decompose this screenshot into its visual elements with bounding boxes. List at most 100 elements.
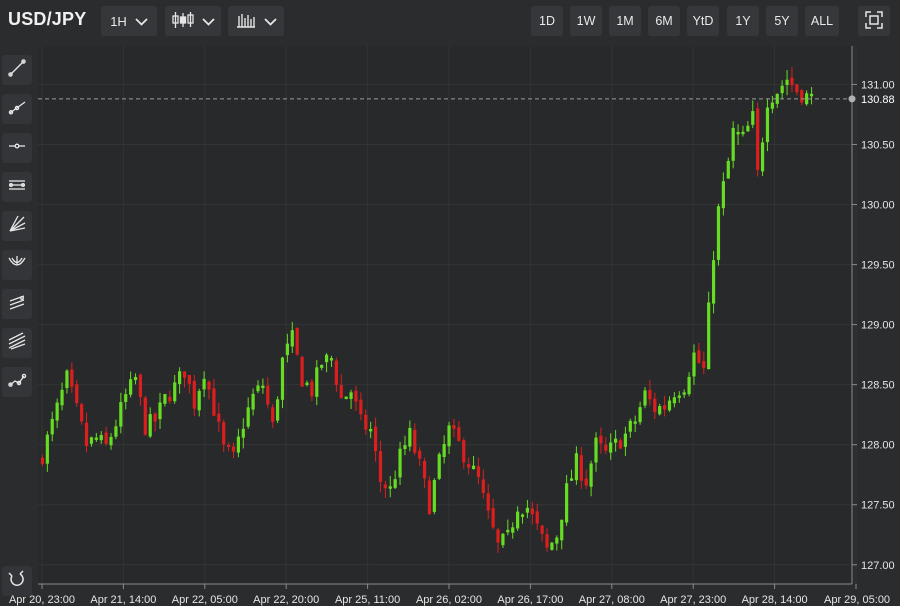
candle-body (721, 181, 725, 209)
candle-body (75, 384, 79, 404)
candle-body (369, 428, 373, 432)
y-axis: 127.00 127.50 128.00 128.50 129.00 129.50 130.… (851, 46, 895, 584)
candle-body (280, 357, 285, 400)
candle-body (143, 397, 147, 435)
candle-body (530, 508, 534, 515)
x-tick-label: Apr 29, 05:00 (824, 594, 890, 606)
candle-body (138, 374, 143, 398)
candle-body (682, 392, 686, 395)
candle-body (491, 508, 495, 528)
candle-body (173, 382, 177, 402)
candle-body (609, 442, 613, 453)
candle-body (471, 465, 476, 470)
candle-body (133, 376, 138, 381)
candle-body (373, 426, 378, 452)
candle-body (285, 343, 289, 356)
candle-body (408, 427, 412, 447)
candle-body (623, 433, 627, 447)
candle-body (305, 382, 309, 386)
y-tick-label: 131.00 (861, 79, 895, 91)
candle-body (207, 381, 211, 390)
candle-body (765, 107, 770, 143)
candle-body (805, 93, 809, 105)
y-tick-label: 127.00 (861, 560, 895, 572)
candle-body (182, 371, 187, 378)
candle-body (344, 396, 348, 400)
candle-body (339, 385, 343, 398)
candle-body (70, 369, 74, 387)
candle-body (334, 360, 338, 385)
candle-body (638, 407, 642, 423)
candle-body (187, 375, 192, 384)
candle-body (163, 394, 167, 404)
candle-body (795, 84, 799, 93)
candle-body (496, 529, 500, 543)
candle-body (153, 413, 157, 422)
y-tick-label: 129.00 (861, 320, 895, 332)
candle-body (707, 302, 711, 370)
plot-area (38, 46, 852, 584)
candle-body (452, 425, 456, 429)
candle-body (560, 519, 564, 541)
candle-body (569, 478, 574, 481)
candle-body (359, 399, 363, 415)
candle-body (506, 529, 510, 533)
candle-body (99, 435, 103, 441)
x-tick-label: Apr 22, 20:00 (253, 594, 319, 606)
candle-body (520, 514, 525, 517)
last-price-label: 130.88 (861, 94, 895, 106)
candle-body (418, 450, 422, 459)
candle-body (261, 385, 265, 389)
candle-body (677, 395, 681, 398)
x-tick-label: Apr 27, 08:00 (579, 594, 645, 606)
candle-body (231, 446, 236, 452)
candle-body (60, 389, 64, 406)
candle-body (148, 414, 152, 437)
candle-body (658, 406, 662, 415)
candle-body (271, 407, 275, 422)
candle-body (222, 422, 226, 445)
candle-body (760, 142, 765, 172)
x-tick-label: Apr 26, 17:00 (497, 594, 563, 606)
candle-body (736, 131, 740, 135)
candle-body (457, 427, 461, 441)
candle-body (158, 402, 162, 420)
candle-body (525, 507, 530, 513)
candle-body (192, 381, 196, 409)
y-tick-label: 130.00 (861, 200, 895, 212)
candle-body (422, 460, 427, 479)
candle-body (579, 455, 583, 481)
candle-body (393, 479, 397, 488)
candle-body (540, 525, 544, 534)
candle-body (535, 511, 539, 524)
candle-body (648, 390, 652, 400)
candle-body (751, 111, 755, 125)
candle-body (403, 445, 407, 450)
candle-body (275, 399, 280, 421)
candle-body (109, 436, 113, 446)
candle-body (432, 480, 436, 512)
y-tick-label: 130.50 (861, 139, 895, 151)
candle-body (320, 365, 324, 368)
candle-body (290, 330, 294, 347)
candle-body (476, 466, 481, 478)
candle-body (486, 493, 490, 511)
candle-body (550, 542, 554, 550)
x-tick-label: Apr 25, 11:00 (335, 594, 400, 606)
candle-body (599, 435, 603, 444)
candle-body (653, 398, 657, 413)
candle-body (227, 445, 231, 447)
x-tick-label: Apr 26, 02:00 (416, 594, 482, 606)
y-tick-label: 128.00 (861, 440, 895, 452)
candle-body (716, 206, 721, 260)
candle-body (104, 432, 108, 444)
candle-body (780, 85, 784, 94)
price-chart[interactable]: 127.00 127.50 128.00 128.50 129.00 129.50 130.… (0, 0, 900, 606)
candle-body (667, 400, 672, 411)
candle-body (55, 402, 59, 421)
candle-body (662, 405, 667, 410)
candle-body (324, 354, 329, 363)
candle-body (50, 418, 54, 435)
candle-body (89, 437, 94, 444)
candle-body (746, 125, 750, 132)
